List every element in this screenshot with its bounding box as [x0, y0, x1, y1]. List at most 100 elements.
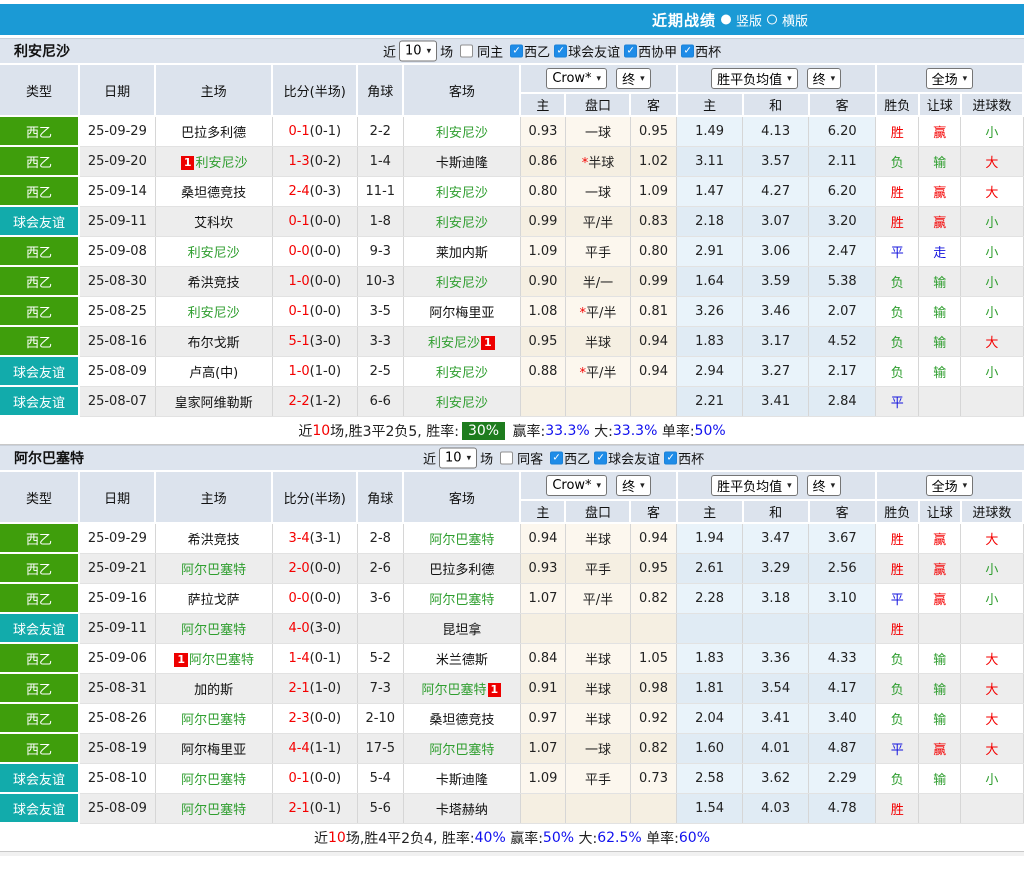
odds-time-select[interactable]: 终▾: [616, 475, 651, 496]
avg-away-odds: 2.11: [809, 146, 876, 176]
corner-cell: 3-3: [357, 326, 403, 356]
away-team-link[interactable]: 利安尼沙: [436, 216, 488, 231]
same-home-checkbox[interactable]: [460, 45, 473, 58]
match-count-select[interactable]: 10▾: [439, 448, 477, 469]
result-text: 小: [985, 216, 998, 231]
match-row: 西乙25-08-30希洪竞技1-0(0-0)10-3利安尼沙0.90半/一0.9…: [0, 266, 1023, 296]
avg-home-odds: 1.64: [677, 266, 743, 296]
away-team-link[interactable]: 利安尼沙: [436, 186, 488, 201]
away-team-link[interactable]: 利安尼沙: [436, 276, 488, 291]
avg-draw-odds: 3.41: [743, 703, 809, 733]
match-date: 25-09-29: [79, 116, 155, 146]
home-team-link[interactable]: 皇家阿维勒斯: [175, 396, 253, 411]
vertical-layout-radio[interactable]: [721, 15, 731, 25]
home-team-link[interactable]: 桑坦德竞技: [181, 186, 246, 201]
col-avg-draw: 和: [743, 93, 809, 116]
away-team-link[interactable]: 阿尔巴塞特: [429, 743, 494, 758]
summary-token: 近: [298, 421, 312, 441]
full-time-score: 0-1: [288, 214, 309, 229]
league-checkbox[interactable]: ✓: [550, 452, 563, 465]
home-team-link[interactable]: 阿尔梅里亚: [181, 743, 246, 758]
league-checkbox[interactable]: ✓: [594, 452, 607, 465]
home-team-link[interactable]: 阿尔巴塞特: [181, 773, 246, 788]
away-team-link[interactable]: 阿尔巴塞特: [429, 533, 494, 548]
half-time-score: (0-0): [310, 304, 341, 319]
home-team-link[interactable]: 加的斯: [194, 683, 233, 698]
avg-time-select[interactable]: 终▾: [807, 475, 842, 496]
avg-home-odds: [677, 613, 743, 643]
home-team-link[interactable]: 巴拉多利德: [181, 126, 246, 141]
league-checkbox[interactable]: ✓: [681, 45, 694, 58]
away-team-link[interactable]: 阿尔巴塞特: [429, 593, 494, 608]
odds-provider-select[interactable]: Crow*▾: [546, 68, 607, 89]
away-team-link[interactable]: 利安尼沙: [436, 126, 488, 141]
home-team-link[interactable]: 利安尼沙: [188, 306, 240, 321]
league-checkbox[interactable]: ✓: [664, 452, 677, 465]
home-team-link[interactable]: 阿尔巴塞特: [181, 803, 246, 818]
home-team-link[interactable]: 利安尼沙: [188, 246, 240, 261]
home-team-link[interactable]: 希洪竞技: [188, 276, 240, 291]
home-team-link[interactable]: 利安尼沙: [195, 156, 247, 171]
home-team-link[interactable]: 布尔戈斯: [188, 336, 240, 351]
score-cell: 0-1(0-0): [272, 763, 357, 793]
scope-select[interactable]: 全场▾: [926, 475, 974, 496]
league-type-cell: 球会友谊: [0, 206, 79, 236]
home-team-link[interactable]: 卢高(中): [189, 366, 238, 381]
away-team-link[interactable]: 利安尼沙: [436, 366, 488, 381]
league-checkbox[interactable]: ✓: [510, 45, 523, 58]
home-team-link[interactable]: 希洪竞技: [188, 533, 240, 548]
summary-token: 场,胜4平2负4, 胜率:: [346, 828, 475, 848]
avg-time-select[interactable]: 终▾: [807, 68, 842, 89]
score-cell: 4-4(1-1): [272, 733, 357, 763]
result-text: 负: [891, 653, 904, 668]
away-team-link[interactable]: 巴拉多利德: [429, 563, 494, 578]
result-outcome: 胜: [876, 523, 919, 553]
odds-time-select[interactable]: 终▾: [616, 68, 651, 89]
away-team-link[interactable]: 卡塔赫纳: [436, 803, 488, 818]
avg-home-odds: 2.94: [677, 356, 743, 386]
col-corner: 角球: [357, 64, 403, 116]
result-text: 平: [891, 396, 904, 411]
home-team-link[interactable]: 阿尔巴塞特: [181, 713, 246, 728]
win-rate-badge: 30%: [462, 422, 505, 440]
home-team-cell: 卢高(中): [155, 356, 272, 386]
result-outcome: 平: [876, 733, 919, 763]
same-away-label: 同客: [517, 449, 543, 468]
away-team-link[interactable]: 桑坦德竞技: [429, 713, 494, 728]
home-team-link[interactable]: 阿尔巴塞特: [181, 623, 246, 638]
odds-provider-select[interactable]: Crow*▾: [546, 475, 607, 496]
home-team-link[interactable]: 艾科坎: [194, 216, 233, 231]
away-team-cell: 利安尼沙: [403, 266, 520, 296]
away-team-link[interactable]: 米兰德斯: [436, 653, 488, 668]
chevron-down-icon: ▾: [640, 74, 645, 84]
home-team-link[interactable]: 阿尔巴塞特: [181, 563, 246, 578]
away-team-cell: 阿尔巴塞特: [403, 523, 520, 553]
same-away-checkbox[interactable]: [500, 452, 513, 465]
league-checkbox[interactable]: ✓: [624, 45, 637, 58]
league-checkbox[interactable]: ✓: [554, 45, 567, 58]
horizontal-layout-radio[interactable]: [767, 15, 777, 25]
match-count-select[interactable]: 10▾: [399, 41, 437, 62]
away-team-cell: 卡斯迪隆: [403, 146, 520, 176]
home-team-link[interactable]: 阿尔巴塞特: [189, 653, 254, 668]
avg-type-select[interactable]: 胜平负均值▾: [711, 68, 798, 89]
chevron-down-icon: ▾: [787, 481, 792, 491]
result-text: 输: [933, 773, 946, 788]
home-team-link[interactable]: 萨拉戈萨: [188, 593, 240, 608]
away-team-link[interactable]: 阿尔巴塞特: [422, 683, 487, 698]
col-handicap-result: 让球: [919, 93, 961, 116]
match-date: 25-08-07: [79, 386, 155, 416]
league-type-cell: 西乙: [0, 673, 79, 703]
avg-draw-odds: 3.62: [743, 763, 809, 793]
away-team-link[interactable]: 卡斯迪隆: [436, 156, 488, 171]
away-team-link[interactable]: 利安尼沙: [436, 396, 488, 411]
away-team-link[interactable]: 卡斯迪隆: [436, 773, 488, 788]
away-team-link[interactable]: 阿尔梅里亚: [429, 306, 494, 321]
away-team-link[interactable]: 莱加内斯: [436, 246, 488, 261]
scope-select[interactable]: 全场▾: [926, 68, 974, 89]
col-odds-home: 主: [520, 500, 565, 523]
away-team-link[interactable]: 昆坦拿: [442, 623, 481, 638]
avg-away-odds: 2.84: [809, 386, 876, 416]
away-team-link[interactable]: 利安尼沙: [428, 336, 480, 351]
avg-type-select[interactable]: 胜平负均值▾: [711, 475, 798, 496]
